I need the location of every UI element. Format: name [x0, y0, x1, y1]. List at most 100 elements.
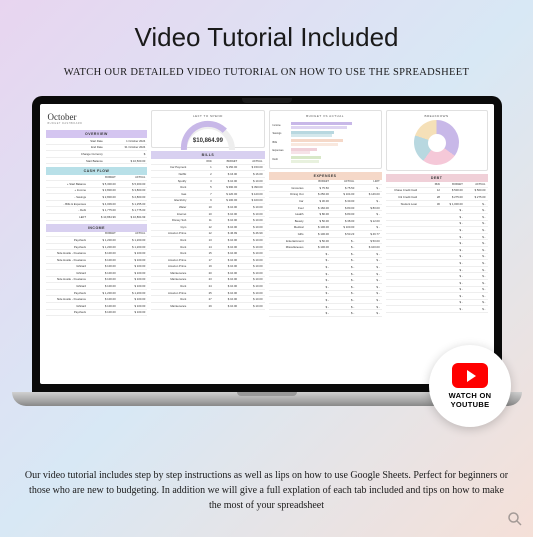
table-row: Giftcard$ 100.00$ 100.00 [46, 264, 148, 271]
budget-vs-actual-chart: BUDGET VS ACTUAL IncomeSavingsBillsExpen… [269, 110, 382, 169]
left-to-spend-card: LEFT TO SPEND $10,864.99 [151, 110, 264, 148]
table-row: + Income$ 3,800.00$ 3,800.00 [46, 188, 148, 195]
table-row: - Debt$ 1,775.00$ 1,775.00 [46, 207, 148, 214]
table-row: $ -$ - [386, 227, 488, 234]
table-row: Paycheck$ 1,200.00$ 1,200.00 [46, 237, 148, 244]
table-row: Giftcard$ 100.00$ 100.00 [46, 303, 148, 310]
table-row: Chase Credit Card12$ 500.00$ 500.00 [386, 188, 488, 195]
expenses-header: EXPENSES [269, 172, 382, 180]
income-header: INCOME [46, 224, 148, 232]
table-row: Side Hustle - Freelance$ 100.00$ 100.00 [46, 277, 148, 284]
spreadsheet-screenshot: October BUDGET DASHBOARD OVERVIEW Start … [40, 104, 494, 384]
table-row: Rent5$ 390.00$ 390.00 [151, 184, 264, 191]
table-row: Maintenance23$ 10.00$ 10.00 [151, 277, 264, 284]
table-row: Paycheck$ 1,200.00$ 1,200.00 [46, 244, 148, 251]
table-row: $ -$ - [386, 287, 488, 294]
table-row: Change Currency$ [46, 151, 148, 158]
table-row: Gym12$ 10.00$ 10.00 [151, 224, 264, 231]
table-row: Medical$ 100.00$ 100.00$ - [269, 225, 382, 232]
table-row: Start Balance$ 10,500.00 [46, 158, 148, 165]
table-row: $ -$ -$ - [269, 251, 382, 258]
table-row: $ -$ - [386, 254, 488, 261]
table-row: $ -$ - [386, 306, 488, 313]
table-row: Amazon Prime12$ 46.99$ 46.99 [151, 231, 264, 238]
table-row: Amazon Prime17$ 10.00$ 10.00 [151, 257, 264, 264]
table-row: Side Hustle - Freelance$ 100.00$ 100.00 [46, 250, 148, 257]
laptop-mockup: October BUDGET DASHBOARD OVERVIEW Start … [32, 96, 502, 406]
youtube-icon [452, 363, 488, 388]
table-row: Side Hustle - Freelance$ 100.00$ 100.00 [46, 257, 148, 264]
bar-row: Savings [273, 131, 378, 138]
table-row: Rent27$ 10.00$ 10.00 [151, 296, 264, 303]
overview-header: OVERVIEW [46, 130, 148, 138]
table-row: Groceries$ 75.50$ 75.50$ - [269, 185, 382, 192]
table-row: $ -$ - [386, 267, 488, 274]
table-row: $ -$ - [386, 300, 488, 307]
table-row: Rent14$ 10.00$ 10.00 [151, 244, 264, 251]
youtube-line2: YOUTUBE [451, 400, 490, 409]
bar-row: Debt [273, 156, 378, 163]
table-row: Internet10$ 10.00$ 10.00 [151, 211, 264, 218]
table-row: $ -$ - [386, 260, 488, 267]
table-row: Rent15$ 10.00$ 10.00 [151, 250, 264, 257]
table-row: Car$ 30.00$ 30.00$ - [269, 198, 382, 205]
table-row: Water10$ 10.00$ 10.00 [151, 204, 264, 211]
table-row: - Bills & Expenses$ 4,009.00$ 1,255.00 [46, 201, 148, 208]
table-row: $ -$ -$ - [269, 310, 382, 317]
zoom-icon[interactable] [505, 509, 525, 529]
breakdown-chart: BREAKDOWN [386, 110, 488, 171]
bar-row: Bills [273, 139, 378, 146]
table-row: Amazon Prime25$ 10.00$ 10.00 [151, 290, 264, 297]
table-row: Fuel$ 160.00$ 80.00$ 80.00 [269, 205, 382, 212]
table-row: Student Loan30$ 1,000.00$ - [386, 201, 488, 208]
table-row: $ -$ - [386, 240, 488, 247]
page-title: Video Tutorial Included [0, 0, 533, 53]
bills-header: BILLS [151, 151, 264, 159]
table-row: $ -$ -$ - [269, 264, 382, 271]
table-row: $ -$ -$ - [269, 258, 382, 265]
table-row: $ -$ -$ - [269, 271, 382, 278]
table-row: Miscellaneous$ 100.00$ -$ 100.00 [269, 244, 382, 251]
table-row: Netflix2$ 16.00$ 16.00 [151, 171, 264, 178]
table-row: Rent13$ 10.00$ 10.00 [151, 237, 264, 244]
table-row: - Savings$ 2,800.00$ 2,800.00 [46, 194, 148, 201]
table-row: Citi Credit Card28$ 275.00$ 275.00 [386, 194, 488, 201]
bar-row: Expenses [273, 148, 378, 155]
table-row: Amazon Prime19$ 10.00$ 10.00 [151, 264, 264, 271]
cashflow-header: CASH FLOW [46, 167, 148, 175]
table-row: Maintenance20$ 10.00$ 10.00 [151, 270, 264, 277]
table-row: $ -$ -$ - [269, 284, 382, 291]
footer-description: Our video tutorial includes step by step… [0, 468, 533, 513]
table-row: Beauty$ 50.00$ 38.00$ 12.00 [269, 218, 382, 225]
table-row: $ -$ -$ - [269, 297, 382, 304]
table-row: $ -$ - [386, 280, 488, 287]
table-row: Entertainment$ 50.00$ -$ 50.00 [269, 238, 382, 245]
bar-row: Income [273, 122, 378, 129]
table-row: End Date31 October 2024 [46, 145, 148, 152]
table-row: $ -$ - [386, 207, 488, 214]
table-row: Paycheck$ 1,200.00$ 1,200.00 [46, 290, 148, 297]
table-row: $ -$ -$ - [269, 277, 382, 284]
table-row: $ -$ - [386, 293, 488, 300]
month-block: October BUDGET DASHBOARD [46, 110, 148, 127]
table-row: Dining Out$ 250.00$ 104.00$ 146.00 [269, 192, 382, 199]
table-row: $ -$ - [386, 221, 488, 228]
table-row: $ -$ -$ - [269, 304, 382, 311]
table-row: $ -$ - [386, 214, 488, 221]
table-row: Giftcard$ 100.00$ 100.00 [46, 283, 148, 290]
table-row: Start Date1 October 2024 [46, 138, 148, 145]
table-row: Health$ 80.00$ 80.00$ - [269, 211, 382, 218]
table-row: Spotify3$ 10.00$ 10.00 [151, 178, 264, 185]
table-row: Side Hustle - Freelance$ 100.00$ 100.00 [46, 296, 148, 303]
youtube-badge[interactable]: WATCH ON YOUTUBE [429, 345, 511, 427]
table-row: $ -$ - [386, 273, 488, 280]
table-row: Disney Sub11$ 10.00$ 10.00 [151, 217, 264, 224]
table-row: $ -$ - [386, 247, 488, 254]
table-row: Electricity9$ 100.00$ 100.00 [151, 198, 264, 205]
table-row: Gas7$ 120.00$ 120.00 [151, 191, 264, 198]
table-row: $ -$ - [386, 234, 488, 241]
table-row: Car Payment1$ 150.00$ 150.00 [151, 165, 264, 172]
page-subtitle: WATCH OUR DETAILED VIDEO TUTORIAL ON HOW… [0, 67, 533, 78]
table-row: Gifts$ 100.00$ 53.23$ 46.77 [269, 231, 382, 238]
table-row: Rent24$ 10.00$ 10.00 [151, 283, 264, 290]
